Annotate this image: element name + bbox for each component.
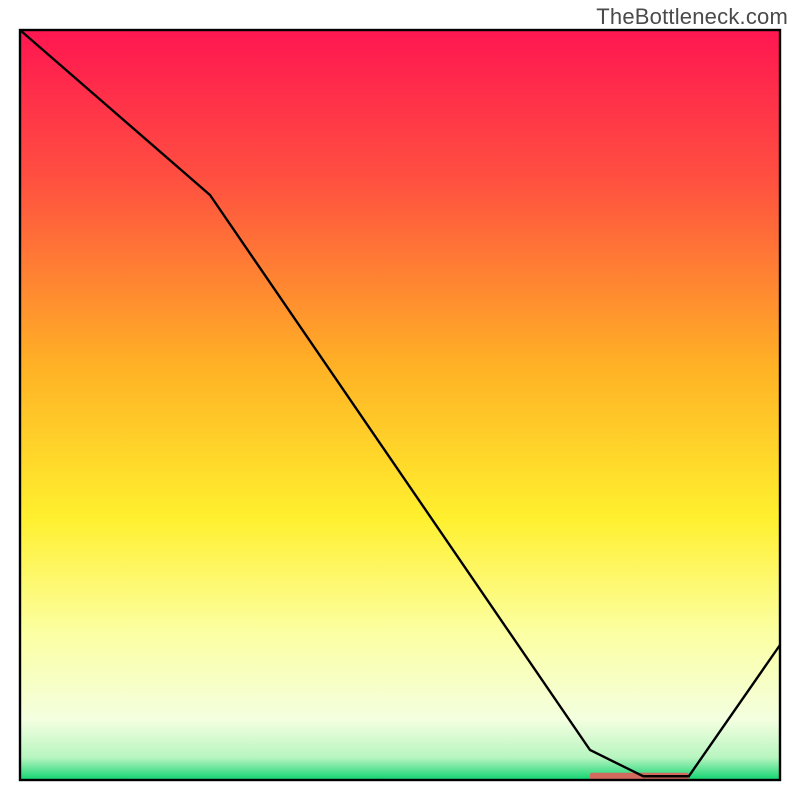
chart-container: TheBottleneck.com [0, 0, 800, 800]
watermark-text: TheBottleneck.com [596, 4, 788, 30]
plot-background [20, 30, 780, 780]
bottleneck-chart [0, 0, 800, 800]
